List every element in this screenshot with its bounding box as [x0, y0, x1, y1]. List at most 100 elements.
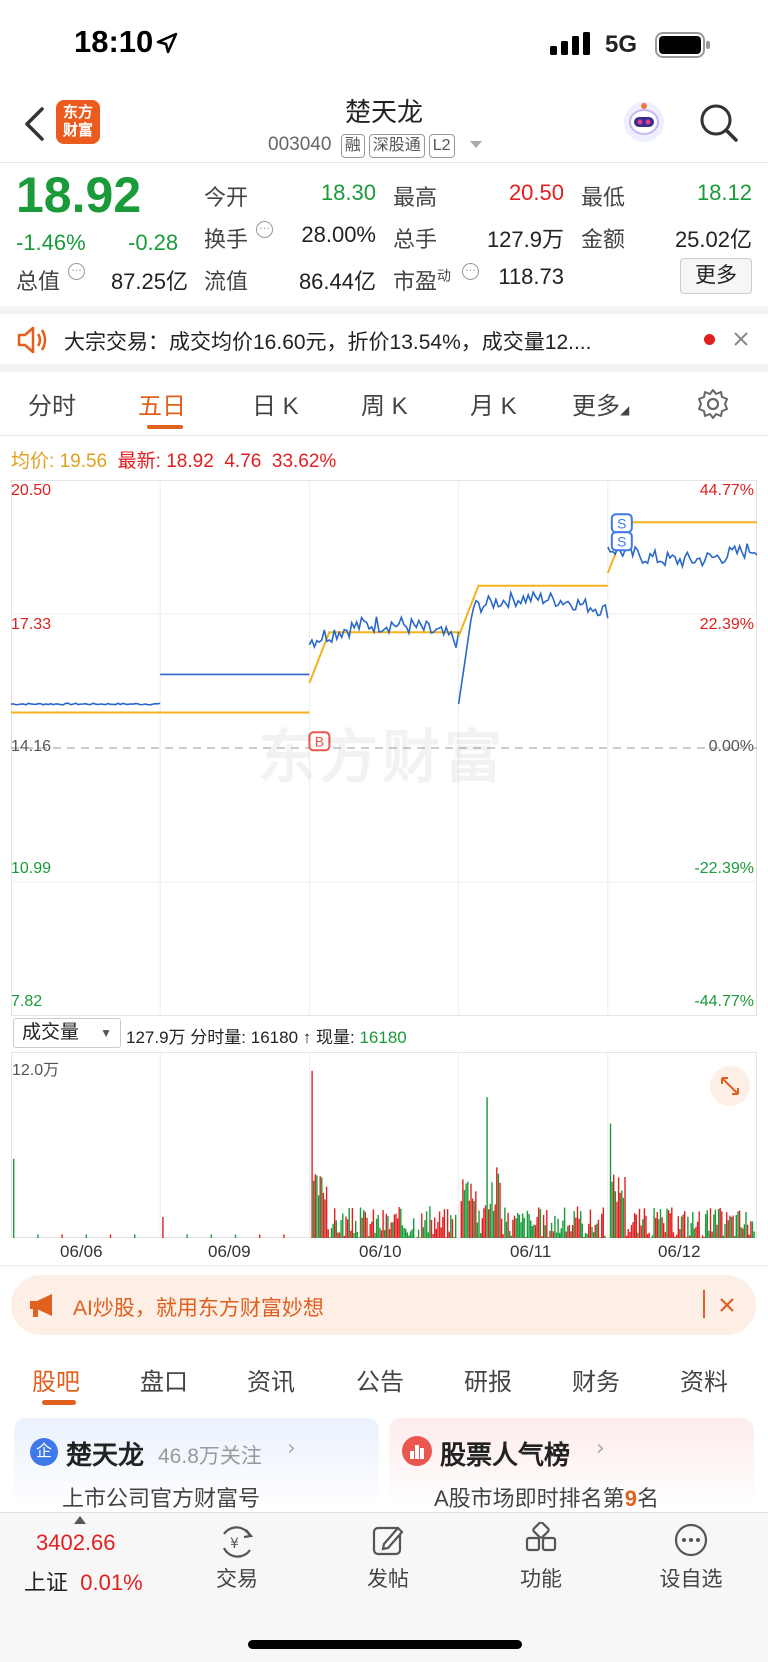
volume-bar	[578, 1218, 580, 1238]
volume-bar	[549, 1230, 551, 1238]
close-notice-icon[interactable]	[732, 330, 750, 348]
close-banner-icon[interactable]	[718, 1296, 736, 1314]
volume-bar	[440, 1227, 442, 1238]
tab-news[interactable]: 资讯	[247, 1362, 295, 1397]
volume-bar	[560, 1228, 562, 1238]
trade-icon[interactable]: ¥	[218, 1524, 256, 1560]
tab-research[interactable]: 研报	[464, 1362, 512, 1397]
svg-text:¥: ¥	[230, 1536, 239, 1552]
volume-bar	[645, 1215, 647, 1238]
mktcap-info-icon[interactable]: ···	[68, 263, 85, 280]
volume-bar	[575, 1217, 577, 1238]
volume-bar	[721, 1211, 723, 1238]
tab-intraday[interactable]: 分时	[28, 386, 76, 421]
index-value[interactable]: 3402.66	[36, 1530, 116, 1556]
pe-sup: 动	[437, 267, 452, 284]
volume-bar	[533, 1224, 535, 1238]
settings-gear-icon[interactable]	[697, 388, 729, 420]
volume-bar	[552, 1231, 554, 1238]
dropdown-caret-icon[interactable]	[469, 141, 482, 149]
volume-bar	[521, 1213, 524, 1238]
tab-finance[interactable]: 财务	[572, 1362, 620, 1397]
date-label-1: 06/09	[208, 1242, 251, 1261]
nav-trade-label[interactable]: 交易	[197, 1563, 277, 1593]
current-vol-label: 现量:	[315, 1028, 355, 1047]
volume-bar	[562, 1220, 564, 1238]
volume-bar	[364, 1212, 366, 1238]
tab-guba[interactable]: 股吧	[32, 1362, 80, 1397]
tab-pankou[interactable]: 盘口	[140, 1362, 188, 1397]
volume-bar	[422, 1227, 425, 1238]
volume-bar	[406, 1232, 408, 1238]
expand-chart-button[interactable]	[710, 1066, 750, 1106]
volume-bar	[345, 1216, 347, 1238]
nav-watchlist-label[interactable]: 设自选	[651, 1563, 731, 1593]
volume-bar	[637, 1232, 639, 1238]
pe-info-icon[interactable]: ···	[462, 263, 479, 280]
tab-five-day[interactable]: 五日	[138, 386, 186, 421]
volume-bar	[672, 1232, 675, 1238]
volume-bar	[465, 1183, 467, 1238]
volume-chart[interactable]	[11, 1052, 757, 1238]
volume-bar	[711, 1231, 713, 1238]
more-quote-button[interactable]: 更多	[680, 258, 752, 294]
tab-more[interactable]: 更多◢	[572, 386, 629, 421]
index-ticker[interactable]: 上证 0.01%	[24, 1565, 143, 1597]
volume-label: 总手	[393, 227, 438, 252]
volume-bar	[526, 1210, 529, 1238]
tab-more-caret-icon: ◢	[620, 403, 630, 417]
volume-bar	[625, 1235, 628, 1238]
volume-bar	[546, 1210, 548, 1238]
volume-bar	[531, 1226, 533, 1238]
volume-total: 127.9万	[126, 1028, 186, 1047]
volume-bar	[520, 1222, 522, 1238]
avg-label: 均价:	[11, 451, 55, 472]
post-edit-icon[interactable]	[370, 1522, 406, 1558]
volume-bar	[568, 1225, 571, 1238]
volume-bar	[369, 1224, 371, 1238]
volume-bar	[325, 1186, 328, 1238]
volume-bar	[714, 1209, 717, 1238]
volume-bar	[698, 1211, 700, 1238]
tab-daily-k[interactable]: 日 K	[252, 386, 299, 421]
volume-bar	[416, 1237, 418, 1238]
volume-bar	[619, 1192, 621, 1238]
volume-bar	[401, 1225, 404, 1238]
tag-connect: 深股通	[368, 134, 425, 158]
tab-weekly-k[interactable]: 周 K	[361, 386, 408, 421]
volume-bar	[534, 1225, 537, 1238]
volume-bar	[505, 1221, 508, 1238]
volume-bar	[460, 1201, 462, 1238]
tab-profile[interactable]: 资料	[680, 1362, 728, 1397]
volume-bar	[366, 1217, 368, 1238]
megaphone-icon	[30, 1294, 52, 1317]
volume-bar	[669, 1213, 671, 1238]
indicator-select[interactable]: 成交量 ▼	[13, 1018, 121, 1048]
block-trade-notice[interactable]: 大宗交易：成交均价16.60元，折价13.54%，成交量12....	[64, 326, 591, 356]
volume-bar	[313, 1180, 315, 1238]
ranking-number: 9	[624, 1486, 637, 1511]
volume-bar	[486, 1097, 488, 1238]
tab-monthly-k[interactable]: 月 K	[470, 386, 517, 421]
location-icon	[156, 32, 178, 54]
volume-bar	[646, 1234, 649, 1238]
watchlist-more-icon[interactable]	[673, 1522, 709, 1558]
volume-bar	[693, 1228, 696, 1238]
turnover-info-icon[interactable]: ···	[256, 221, 273, 238]
volume-bar	[596, 1223, 598, 1238]
open-label: 今开	[204, 185, 249, 210]
tab-announcements[interactable]: 公告	[356, 1362, 404, 1397]
volume-bar	[340, 1220, 342, 1238]
open-value: 18.30	[320, 180, 376, 205]
functions-grid-icon[interactable]	[523, 1522, 559, 1558]
select-caret-icon: ▼	[100, 1026, 112, 1040]
robot-assistant-icon[interactable]	[622, 100, 666, 144]
nav-post-label[interactable]: 发帖	[348, 1563, 428, 1593]
search-icon[interactable]	[698, 102, 740, 144]
volume-bar	[642, 1219, 644, 1238]
volume-bar	[210, 1234, 212, 1238]
latest-label: 最新:	[117, 451, 161, 472]
volume-bar	[473, 1201, 475, 1238]
volume-bar	[651, 1235, 654, 1238]
nav-functions-label[interactable]: 功能	[501, 1563, 581, 1593]
